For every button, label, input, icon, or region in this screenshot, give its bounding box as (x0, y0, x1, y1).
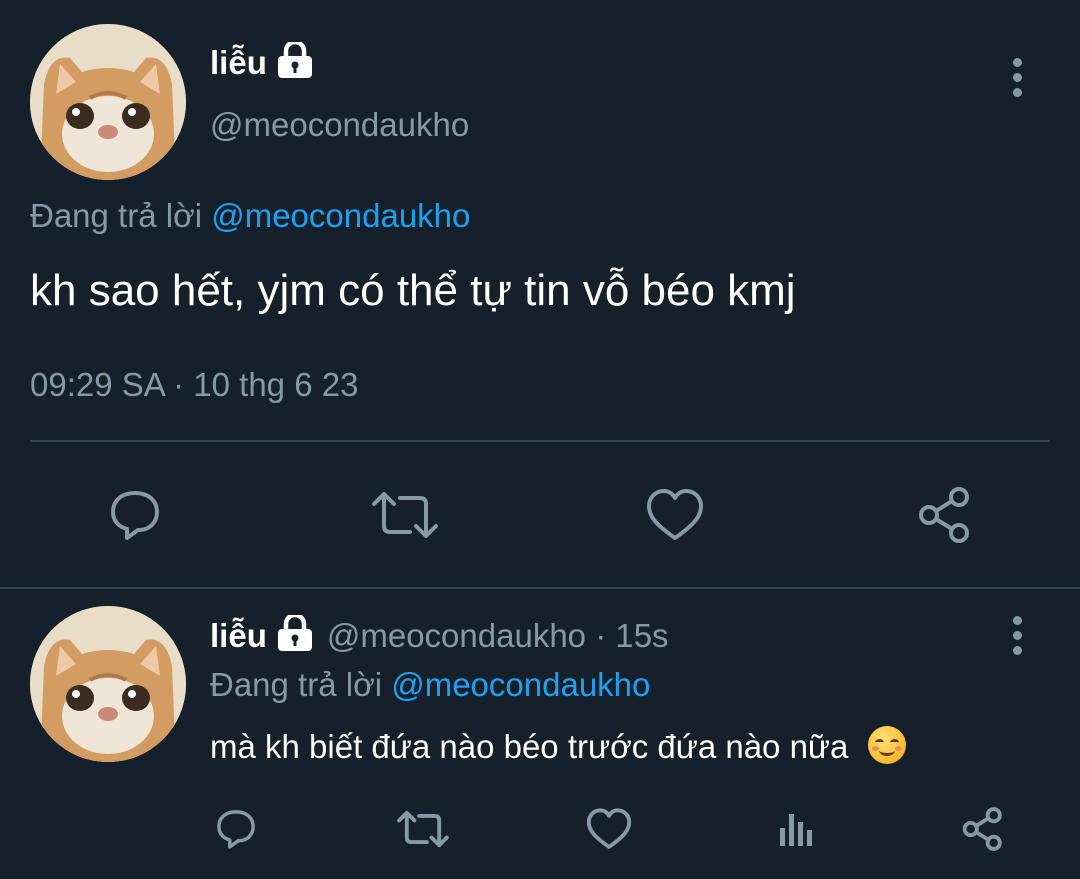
replying-to: Đang trả lời @meocondaukho (210, 666, 650, 704)
display-name[interactable]: liễu (210, 44, 267, 82)
retweet-button[interactable] (394, 804, 452, 854)
divider (30, 440, 1050, 442)
author-name-row: liễu (210, 39, 315, 83)
replying-to: Đang trả lời @meocondaukho (30, 197, 470, 235)
like-button[interactable] (642, 480, 708, 550)
analytics-icon (780, 814, 812, 846)
reply-prefix: Đang trả lời (210, 666, 383, 703)
author-name-row: liễu @meocondaukho · 15s (210, 612, 669, 656)
analytics-button[interactable] (775, 804, 817, 854)
more-options-icon[interactable] (1005, 58, 1029, 98)
reply-button[interactable] (212, 804, 260, 854)
retweet-button[interactable] (368, 480, 442, 550)
handle[interactable]: @meocondaukho (210, 106, 469, 144)
like-icon (647, 489, 703, 540)
share-button[interactable] (912, 480, 978, 550)
timestamp[interactable]: 09:29 SA · 10 thg 6 23 (30, 366, 358, 404)
share-icon (919, 487, 969, 543)
like-icon (586, 808, 632, 849)
main-tweet: liễu @meocondaukho Đang trả lời @meocond… (0, 0, 1080, 587)
avatar[interactable] (30, 606, 186, 762)
handle-and-time[interactable]: @meocondaukho · 15s (327, 617, 669, 655)
reply-icon (111, 491, 159, 540)
tweet-text-row: mà kh biết đứa nào béo trước đứa nào nữa (210, 726, 906, 766)
cat-avatar-image (30, 606, 186, 762)
share-button[interactable] (958, 804, 1008, 854)
more-options-icon[interactable] (1005, 616, 1029, 656)
display-name[interactable]: liễu (210, 617, 267, 655)
lock-icon (275, 39, 315, 83)
share-icon (962, 807, 1002, 851)
reply-tweet: liễu @meocondaukho · 15s Đang trả lời @m… (0, 589, 1080, 879)
retweet-icon (397, 810, 449, 848)
tweet-text: kh sao hết, yjm có thể tự tin vỗ béo kmj (30, 266, 796, 315)
reply-prefix: Đang trả lời (30, 197, 203, 234)
avatar[interactable] (30, 24, 186, 180)
reply-mention-link[interactable]: @meocondaukho (211, 197, 470, 234)
cat-avatar-image (30, 24, 186, 180)
lock-icon (275, 612, 315, 656)
retweet-icon (372, 492, 438, 538)
reply-icon (217, 810, 255, 849)
like-button[interactable] (583, 804, 635, 854)
smiling-face-emoji-icon (867, 726, 906, 764)
reply-button[interactable] (100, 480, 170, 550)
reply-mention-link[interactable]: @meocondaukho (391, 666, 650, 703)
tweet-text: mà kh biết đứa nào béo trước đứa nào nữa (210, 728, 849, 765)
